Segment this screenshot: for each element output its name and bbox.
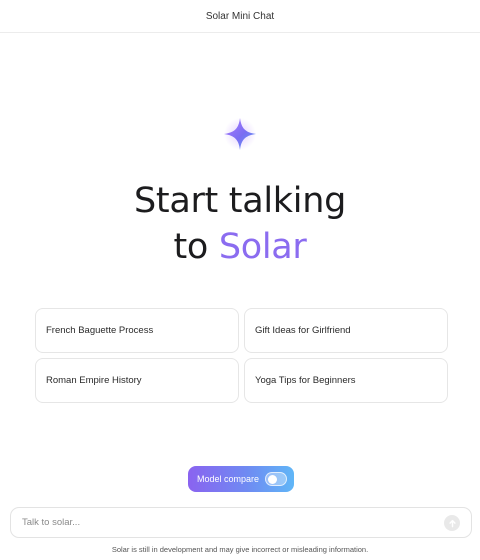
model-compare-toggle[interactable] <box>265 472 287 486</box>
suggestion-label: Yoga Tips for Beginners <box>255 375 356 386</box>
suggestion-label: Gift Ideas for Girlfriend <box>255 325 351 336</box>
send-button[interactable] <box>444 515 460 531</box>
hero-line-2-prefix: to <box>173 227 219 267</box>
model-compare-label: Model compare <box>197 474 260 484</box>
hero-line-1: Start talking <box>133 181 346 221</box>
hero-line-2: to Solar <box>0 224 480 270</box>
suggestion-card[interactable]: Yoga Tips for Beginners <box>244 358 448 403</box>
suggestion-card[interactable]: French Baguette Process <box>35 308 239 353</box>
app-header: Solar Mini Chat <box>0 0 480 33</box>
suggestion-label: French Baguette Process <box>46 325 154 336</box>
send-arrow-icon <box>448 519 456 527</box>
model-compare-button[interactable]: Model compare <box>188 466 294 492</box>
footer-disclaimer: Solar is still in development and may gi… <box>111 545 369 554</box>
toggle-knob <box>268 474 277 484</box>
hero-brand-name: Solar <box>218 227 307 267</box>
suggestion-card[interactable]: Gift Ideas for Girlfriend <box>244 308 448 353</box>
suggestion-grid: French Baguette Process Gift Ideas for G… <box>35 308 448 403</box>
app-title: Solar Mini Chat <box>205 10 275 22</box>
sparkle-icon <box>224 118 256 150</box>
chat-input[interactable] <box>22 517 422 528</box>
chat-composer <box>10 507 472 538</box>
suggestion-label: Roman Empire History <box>46 375 142 386</box>
hero-heading: Start talking to Solar <box>0 178 480 270</box>
suggestion-card[interactable]: Roman Empire History <box>35 358 239 403</box>
